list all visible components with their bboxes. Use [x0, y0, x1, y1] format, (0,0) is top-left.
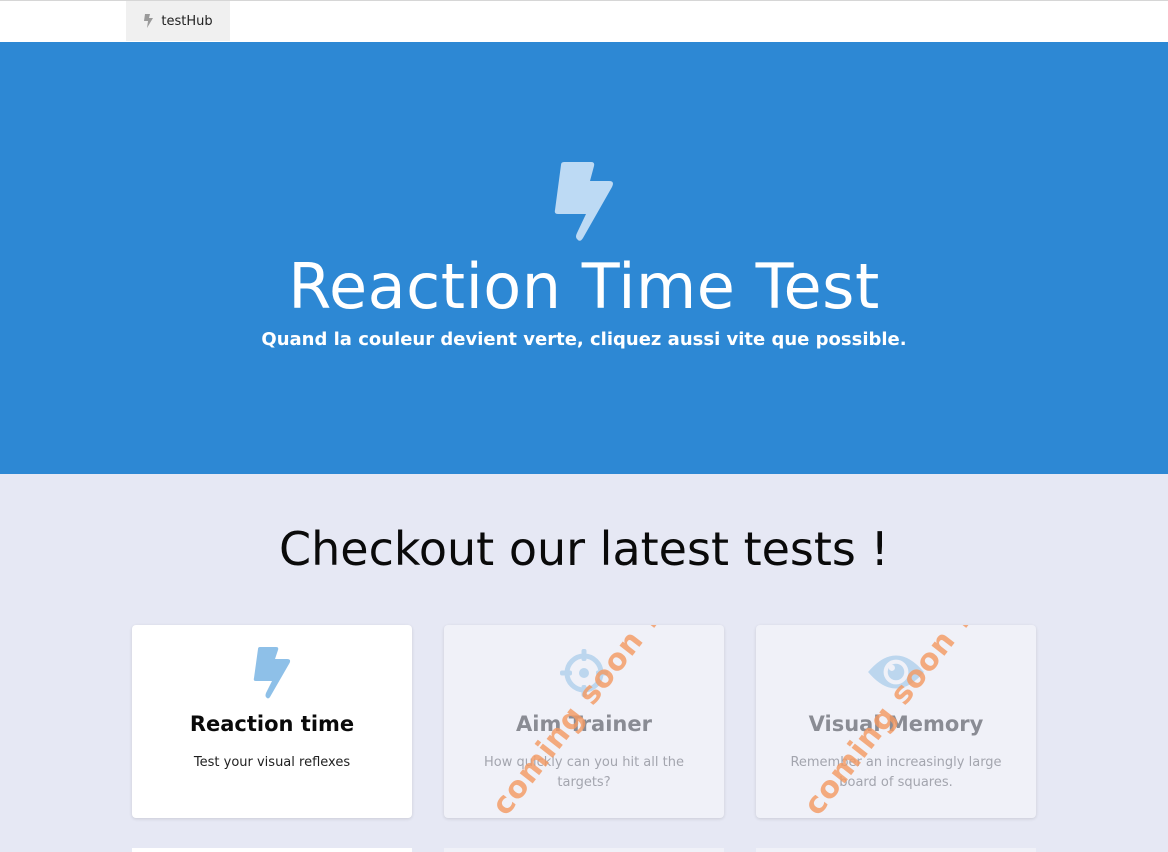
card-description: Remember an increasingly large board of …: [790, 755, 1002, 790]
card-description: Test your visual reflexes: [193, 755, 351, 770]
lightning-icon: [554, 162, 613, 241]
section-title: Checkout our latest tests !: [279, 522, 889, 576]
next-row-card: [444, 848, 724, 852]
next-row-card: [132, 848, 412, 852]
hero-title: Reaction Time Test: [288, 250, 880, 323]
card-visual-memory: Visual Memory Remember an increasingly l…: [756, 625, 1036, 818]
crosshair-icon: [560, 649, 608, 697]
card-description: How quickly can you hit all the targets?: [484, 755, 684, 790]
brand-label: testHub: [161, 13, 213, 29]
lightning-icon: [253, 647, 291, 699]
next-row-card: [756, 848, 1036, 852]
eye-icon: [868, 655, 924, 689]
card-title: Reaction time: [189, 712, 355, 736]
lightning-icon: [144, 14, 154, 28]
hero-subtitle: Quand la couleur devient verte, cliquez …: [261, 329, 907, 350]
card-title: Aim Trainer: [516, 712, 652, 736]
brand-link[interactable]: testHub: [126, 1, 230, 41]
hero-banner[interactable]: Reaction Time Test Quand la couleur devi…: [0, 42, 1168, 474]
card-aim-trainer: Aim Trainer How quickly can you hit all …: [444, 625, 724, 818]
card-title: Visual Memory: [808, 712, 984, 736]
card-reaction-time[interactable]: Reaction time Test your visual reflexes: [132, 625, 412, 818]
